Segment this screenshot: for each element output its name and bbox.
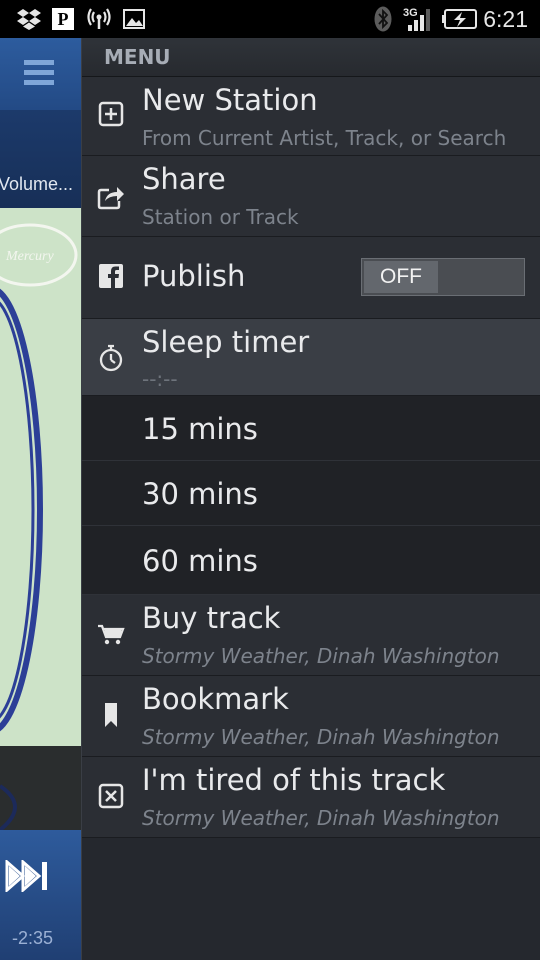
- menu-item-title: New Station: [142, 83, 318, 117]
- album-art: Mercury: [0, 208, 81, 746]
- menu-item-title: Buy track: [142, 601, 281, 635]
- battery-charging-icon: [442, 0, 478, 38]
- menu-item-subtitle: Stormy Weather, Dinah Washington: [142, 644, 500, 668]
- hotspot-icon: [86, 0, 112, 38]
- menu-item-title: I'm tired of this track: [142, 763, 446, 797]
- network-type-label: 3G: [403, 7, 418, 19]
- menu-item-subtitle: From Current Artist, Track, or Search: [142, 126, 507, 150]
- station-title-bar: Volume...: [0, 110, 81, 208]
- publish-toggle[interactable]: OFF: [361, 258, 525, 296]
- menu-item-buy-track[interactable]: Buy track Stormy Weather, Dinah Washingt…: [82, 595, 540, 676]
- sleep-option-label: 30 mins: [142, 477, 258, 511]
- sleep-option-label: 60 mins: [142, 544, 258, 578]
- now-playing-panel: Volume... Mercury -2:35: [0, 38, 81, 960]
- cart-icon: [96, 619, 126, 649]
- menu-item-publish[interactable]: Publish OFF: [82, 237, 540, 319]
- menu-item-subtitle: Stormy Weather, Dinah Washington: [142, 725, 500, 749]
- album-label-stamp: Mercury: [5, 249, 54, 264]
- timer-icon: [96, 343, 126, 373]
- menu-item-title: Sleep timer: [142, 325, 310, 359]
- menu-item-sleep-timer[interactable]: Sleep timer --:--: [82, 319, 540, 396]
- bluetooth-icon: [371, 0, 395, 38]
- menu-panel: MENU New Station From Current Artist, Tr…: [81, 38, 540, 960]
- album-art-shadow: [0, 746, 81, 832]
- sleep-option-60[interactable]: 60 mins: [82, 526, 540, 595]
- dismiss-icon: [96, 781, 126, 811]
- sleep-option-label: 15 mins: [142, 412, 258, 446]
- station-title: Volume...: [0, 174, 74, 194]
- menu-item-title: Share: [142, 162, 226, 196]
- menu-item-tired-of-track[interactable]: I'm tired of this track Stormy Weather, …: [82, 757, 540, 838]
- player-controls: -2:35: [0, 830, 81, 960]
- bookmark-icon: [96, 700, 126, 730]
- menu-item-bookmark[interactable]: Bookmark Stormy Weather, Dinah Washingto…: [82, 676, 540, 757]
- pandora-icon: P: [51, 0, 75, 38]
- menu-item-subtitle: Stormy Weather, Dinah Washington: [142, 806, 500, 830]
- add-station-icon: [96, 99, 126, 129]
- hamburger-menu-icon[interactable]: [24, 60, 54, 88]
- menu-item-share[interactable]: Share Station or Track: [82, 156, 540, 237]
- toggle-state-label: OFF: [364, 261, 438, 293]
- menu-item-new-station[interactable]: New Station From Current Artist, Track, …: [82, 77, 540, 156]
- sleep-option-15[interactable]: 15 mins: [82, 396, 540, 461]
- menu-header: MENU: [82, 38, 540, 77]
- player-toolbar: [0, 38, 81, 110]
- menu-item-title: Bookmark: [142, 682, 289, 716]
- status-bar: P 3G 6:21: [0, 0, 540, 38]
- skip-icon[interactable]: [5, 858, 49, 896]
- sleep-option-30[interactable]: 30 mins: [82, 461, 540, 526]
- image-icon: [122, 0, 146, 38]
- menu-header-label: MENU: [104, 45, 171, 69]
- menu-item-subtitle: Station or Track: [142, 205, 299, 229]
- clock: 6:21: [483, 5, 528, 32]
- menu-item-title: Publish: [142, 259, 246, 293]
- signal-icon: 3G: [402, 0, 436, 38]
- facebook-icon: [96, 261, 126, 291]
- sleep-timer-value: --:--: [142, 367, 178, 391]
- dropbox-icon: [14, 0, 44, 38]
- time-remaining: -2:35: [12, 928, 54, 948]
- share-icon: [96, 182, 126, 212]
